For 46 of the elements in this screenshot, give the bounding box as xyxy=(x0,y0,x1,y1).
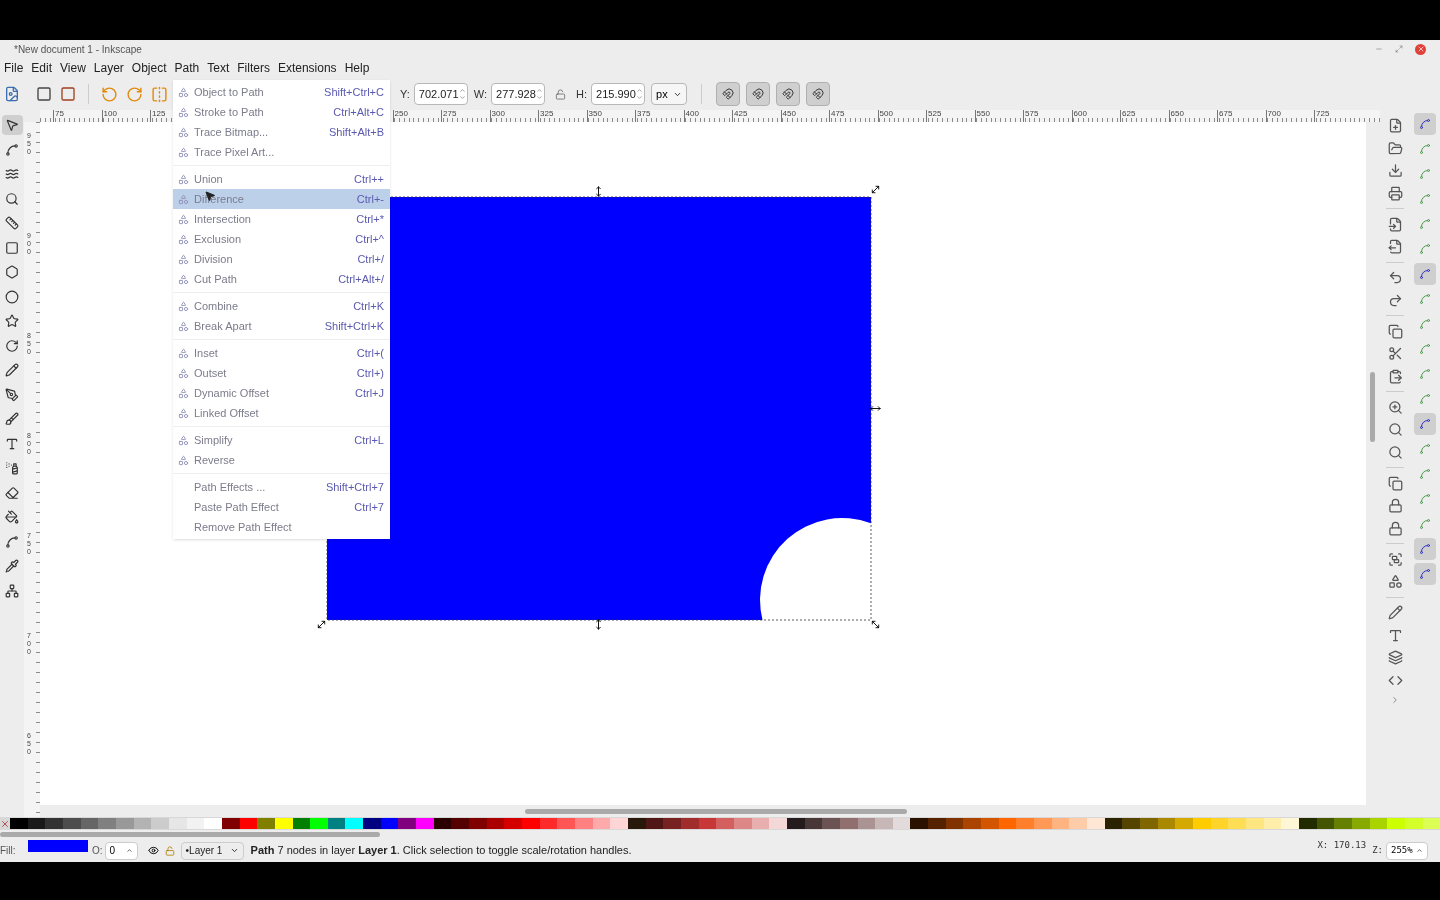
zoom-field[interactable]: 255% xyxy=(1386,841,1428,860)
menu-entry[interactable]: Reverse xyxy=(173,450,390,470)
menu-entry[interactable]: Outset Ctrl+) xyxy=(173,363,390,383)
menu-entry[interactable]: Object to Path Shift+Ctrl+C xyxy=(173,82,390,102)
menu-item[interactable]: Object xyxy=(127,58,171,78)
menu-entry[interactable]: Union Ctrl++ xyxy=(173,169,390,189)
field-label: Y: xyxy=(400,86,410,102)
menu-entry[interactable]: Inset Ctrl+( xyxy=(173,343,390,363)
window-title: *New document 1 - Inkscape xyxy=(14,42,142,57)
menu-item[interactable]: File xyxy=(0,58,28,78)
menu-item[interactable]: View xyxy=(56,58,90,78)
menu-entry[interactable]: Dynamic Offset Ctrl+J xyxy=(173,383,390,403)
number-field[interactable]: 215.990 xyxy=(591,83,646,105)
layer-select[interactable]: •Layer 1 xyxy=(180,841,244,860)
menu-entry[interactable]: Cut Path Ctrl+Alt+/ xyxy=(173,269,390,289)
menu-item[interactable]: Text xyxy=(203,58,234,78)
menu-item[interactable]: Layer xyxy=(89,58,128,78)
menu-item[interactable]: Help xyxy=(340,58,374,78)
menu-entry[interactable]: Difference Ctrl+- xyxy=(173,189,390,209)
menu-entry[interactable]: Paste Path Effect Ctrl+7 xyxy=(173,497,390,517)
menu-entry[interactable]: Break Apart Shift+Ctrl+K xyxy=(173,316,390,336)
opacity-field[interactable]: 0 xyxy=(104,841,138,860)
menu-entry[interactable]: Simplify Ctrl+L xyxy=(173,430,390,450)
menu-entry[interactable]: Path Effects ... Shift+Ctrl+7 xyxy=(173,477,390,497)
fill-label: Fill: xyxy=(0,844,17,858)
number-field[interactable]: 702.071 xyxy=(413,83,468,105)
unit-select[interactable]: px xyxy=(651,83,688,105)
zoom-label: Z: xyxy=(1372,843,1383,857)
opacity-label: O: xyxy=(92,844,103,858)
field-label: H: xyxy=(576,86,588,102)
status-message: Path 7 nodes in layer Layer 1. Click selection to toggle scale/rotation handles. xyxy=(250,843,632,859)
field-label: W: xyxy=(473,86,488,102)
menu-entry[interactable]: Intersection Ctrl+* xyxy=(173,209,390,229)
menu-entry[interactable]: Trace Pixel Art... xyxy=(173,142,390,162)
menu-entry[interactable]: Linked Offset xyxy=(173,403,390,423)
menu-entry[interactable]: Remove Path Effect xyxy=(173,517,390,537)
number-field[interactable]: 277.928 xyxy=(491,83,546,105)
menu-entry[interactable]: Exclusion Ctrl+^ xyxy=(173,229,390,249)
menu-entry[interactable]: Division Ctrl+/ xyxy=(173,249,390,269)
cursor-coordinates: X: 170.13 xyxy=(1317,839,1367,852)
menu-item[interactable]: Filters xyxy=(233,58,274,78)
menu-entry[interactable]: Trace Bitmap... Shift+Alt+B xyxy=(173,122,390,142)
menu-item[interactable]: Edit xyxy=(27,58,57,78)
menu-item[interactable]: Path xyxy=(170,58,204,78)
menu-item[interactable]: Extensions xyxy=(273,58,341,78)
menu-entry[interactable]: Combine Ctrl+K xyxy=(173,296,390,316)
